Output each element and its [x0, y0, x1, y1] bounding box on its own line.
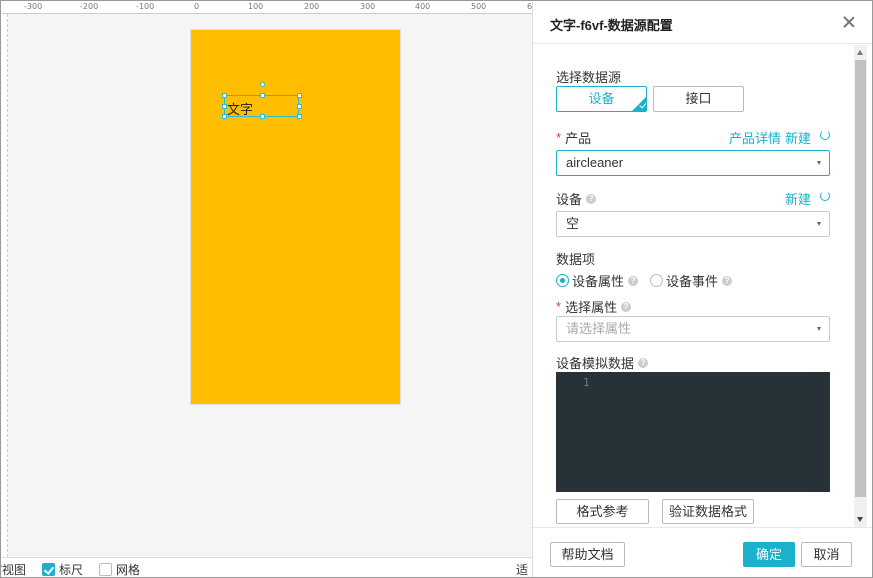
radio-device-attribute[interactable]: 设备属性 ?	[556, 271, 639, 290]
datasource-label-text: 选择数据源	[556, 70, 622, 85]
scroll-up-icon[interactable]	[857, 50, 863, 55]
datasource-option-label: 接口	[685, 91, 712, 106]
panel-scrollbar[interactable]	[854, 45, 867, 527]
canvas-toolbar: 缩视图 标尺 网格 适合	[1, 557, 532, 577]
product-select[interactable]: aircleaner	[556, 150, 830, 176]
ruler-tick: 200	[304, 2, 320, 11]
cancel-button[interactable]: 取消	[801, 542, 852, 567]
attribute-select-placeholder: 请选择属性	[566, 321, 632, 336]
grid-toggle[interactable]: 网格	[99, 561, 141, 577]
panel-footer: 帮助文档 确定 取消	[533, 527, 872, 577]
panel-body: 选择数据源 设备 接口 * 产品 产品详情 新建 aircleaner 设备 ?…	[533, 45, 872, 527]
rotate-handle[interactable]	[260, 82, 265, 87]
product-detail-link[interactable]: 产品详情	[729, 128, 781, 147]
page-artboard[interactable]: 文字	[190, 29, 401, 405]
datasource-option-device[interactable]: 设备	[556, 86, 647, 112]
design-canvas[interactable]: -300 -200 -100 0 100 200 300 400 500 6 文…	[2, 2, 532, 557]
resize-handle[interactable]	[297, 104, 302, 109]
data-item-radio-group: 设备属性 ? 设备事件 ?	[556, 271, 744, 290]
radio-button[interactable]	[650, 274, 664, 287]
thumbnail-label: 缩视图	[1, 563, 27, 577]
resize-handle[interactable]	[297, 114, 302, 119]
device-label-text: 设备	[556, 192, 583, 207]
radio-label: 设备属性	[572, 274, 625, 289]
data-item-label-text: 数据项	[556, 252, 596, 267]
fit-button[interactable]: 适合	[516, 561, 532, 577]
scroll-thumb[interactable]	[855, 60, 866, 497]
required-marker: *	[556, 299, 562, 314]
attribute-label: * 选择属性 ?	[556, 297, 632, 316]
text-widget[interactable]: 文字	[222, 82, 302, 119]
product-new-link[interactable]: 新建	[785, 128, 811, 147]
help-icon[interactable]: ?	[722, 275, 733, 286]
ruler-tick: 500	[471, 2, 487, 11]
radio-button[interactable]	[556, 274, 569, 287]
app-window: -300 -200 -100 0 100 200 300 400 500 6 文…	[0, 0, 873, 578]
resize-handle[interactable]	[297, 93, 302, 98]
panel-header: 文字-f6vf-数据源配置	[533, 2, 872, 44]
ruler-tick: 400	[415, 2, 431, 11]
ruler-toggle[interactable]: 标尺	[42, 561, 84, 577]
ruler-tick: 100	[248, 2, 264, 11]
device-new-link[interactable]: 新建	[785, 189, 811, 208]
product-select-value: aircleaner	[566, 155, 624, 170]
resize-handle[interactable]	[222, 104, 227, 109]
ruler-tick: -300	[24, 2, 43, 11]
device-label: 设备 ?	[556, 189, 597, 208]
format-reference-button[interactable]: 格式参考	[556, 499, 649, 524]
datasource-label: 选择数据源	[556, 67, 621, 86]
mock-data-label-text: 设备模拟数据	[556, 356, 635, 371]
resize-handle[interactable]	[260, 93, 265, 98]
line-number: 1	[583, 376, 590, 389]
text-widget-label: 文字	[227, 102, 254, 117]
vertical-ruler	[2, 14, 8, 557]
datasource-option-api[interactable]: 接口	[653, 86, 744, 112]
radio-device-event[interactable]: 设备事件 ?	[650, 271, 733, 290]
ruler-checkbox[interactable]	[42, 563, 55, 576]
resize-handle[interactable]	[222, 114, 227, 119]
radio-label: 设备事件	[666, 274, 719, 289]
validate-format-button[interactable]: 验证数据格式	[662, 499, 754, 524]
chevron-down-icon	[817, 161, 821, 165]
datasource-option-label: 设备	[588, 91, 615, 106]
ok-button[interactable]: 确定	[743, 542, 795, 567]
thumbnail-toggle[interactable]: 缩视图	[1, 561, 27, 577]
help-icon[interactable]: ?	[628, 275, 639, 286]
ruler-tick: -200	[80, 2, 99, 11]
mock-data-label: 设备模拟数据 ?	[556, 353, 649, 372]
data-item-label: 数据项	[556, 249, 595, 268]
panel-title: 文字-f6vf-数据源配置	[550, 18, 673, 33]
device-select[interactable]: 空	[556, 211, 830, 237]
resize-handle[interactable]	[260, 114, 265, 119]
ruler-tick: 300	[360, 2, 376, 11]
help-icon[interactable]: ?	[638, 357, 649, 368]
attribute-select[interactable]: 请选择属性	[556, 316, 830, 342]
device-select-value: 空	[566, 216, 580, 231]
product-label-text: 产品	[565, 131, 592, 146]
datasource-config-panel: 文字-f6vf-数据源配置 选择数据源 设备 接口 * 产品 产品详情 新建 a…	[532, 2, 872, 577]
product-refresh-icon[interactable]	[820, 130, 830, 140]
mock-data-editor[interactable]: 1	[556, 372, 830, 492]
scroll-down-icon[interactable]	[857, 517, 863, 522]
ruler-label: 标尺	[59, 563, 84, 577]
chevron-down-icon	[817, 222, 821, 226]
device-refresh-icon[interactable]	[820, 191, 830, 201]
help-doc-button[interactable]: 帮助文档	[550, 542, 625, 567]
ruler-tick: -100	[136, 2, 155, 11]
fit-label: 适合	[516, 563, 529, 577]
help-icon[interactable]: ?	[586, 193, 597, 204]
horizontal-ruler: -300 -200 -100 0 100 200 300 400 500 6	[2, 2, 532, 14]
grid-label: 网格	[116, 563, 141, 577]
product-label: * 产品	[556, 128, 591, 147]
required-marker: *	[556, 130, 562, 145]
close-icon[interactable]	[842, 15, 856, 29]
chevron-down-icon	[817, 327, 821, 331]
resize-handle[interactable]	[222, 93, 227, 98]
attribute-label-text: 选择属性	[565, 300, 618, 315]
help-icon[interactable]: ?	[621, 301, 632, 312]
grid-checkbox[interactable]	[99, 563, 112, 576]
ruler-tick: 0	[194, 2, 200, 11]
